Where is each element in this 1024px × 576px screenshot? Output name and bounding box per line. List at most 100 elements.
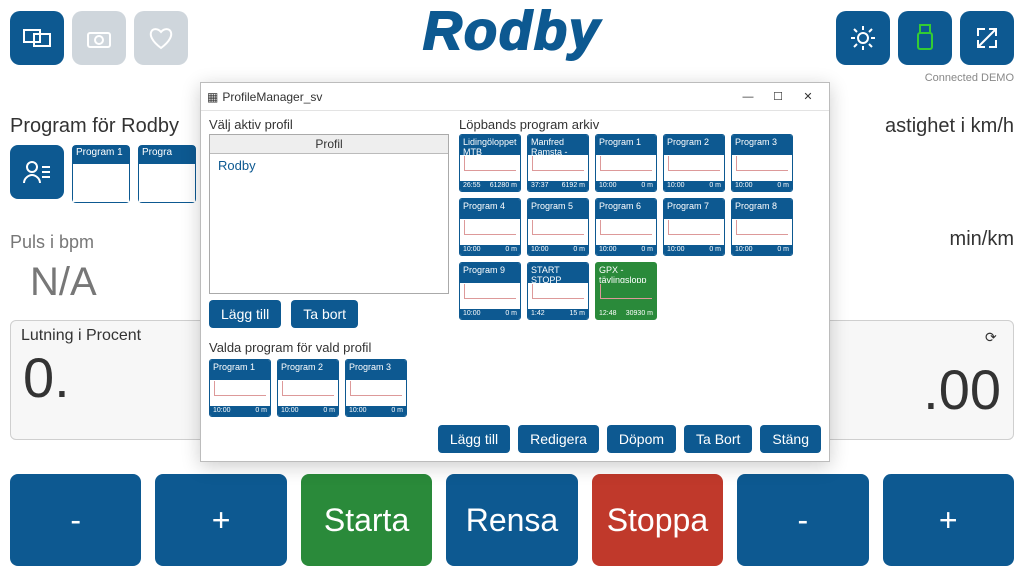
remove-profile-button[interactable]: Ta bort [291, 300, 358, 328]
pulse-value: N/A [30, 260, 97, 305]
program-tile-footer: 1:4215 m [528, 309, 588, 319]
speed-label: astighet i km/h [885, 115, 1014, 138]
speed-plus-button[interactable]: + [883, 474, 1014, 566]
heart-icon[interactable] [134, 11, 188, 65]
program-tile-title: START STOPP START [528, 263, 588, 283]
program-tile-graph [278, 380, 338, 406]
program-archive: Lidingöloppet MTB26:5561280 mManfred Ram… [459, 134, 821, 320]
dialog-titlebar[interactable]: ▦ ProfileManager_sv — ☐ ✕ [201, 83, 829, 111]
program-tile-footer: 10:000 m [732, 181, 792, 191]
program-tile-footer: 10:000 m [596, 181, 656, 191]
profile-column-header: Profil [210, 135, 448, 154]
camera-icon[interactable] [72, 11, 126, 65]
program-tile[interactable]: Manfred Ramsta - Hagby 6km 37:376192 m [527, 134, 589, 192]
minimize-button[interactable]: — [733, 86, 763, 108]
bg-program-tile[interactable]: Progra [138, 145, 196, 203]
archive-add-button[interactable]: Lägg till [438, 425, 510, 453]
program-tile-title: Program 2 [664, 135, 724, 155]
profile-list[interactable]: Profil Rodby [209, 134, 449, 294]
archive-delete-button[interactable]: Ta Bort [684, 425, 752, 453]
program-tile-graph [596, 219, 656, 245]
user-profile-button[interactable] [10, 145, 64, 199]
program-tile[interactable]: Program 6 10:000 m [595, 198, 657, 256]
program-tile-title: Program 7 [664, 199, 724, 219]
program-tile[interactable]: Program 3 10:000 m [731, 134, 793, 192]
refresh-icon[interactable]: ⟳ [985, 329, 1005, 349]
program-tile-title: Program 5 [528, 199, 588, 219]
monitors-icon[interactable] [10, 11, 64, 65]
incline-minus-button[interactable]: - [10, 474, 141, 566]
program-tile-title: Program 1 [210, 360, 270, 380]
program-tile[interactable]: Program 3 10:000 m [345, 359, 407, 417]
close-button[interactable]: ✕ [793, 86, 823, 108]
dialog-title: ProfileManager_sv [222, 90, 322, 104]
program-tile-title: Program 1 [596, 135, 656, 155]
fullscreen-icon[interactable] [960, 11, 1014, 65]
program-tile-title: Program 8 [732, 199, 792, 219]
maximize-button[interactable]: ☐ [763, 86, 793, 108]
program-tile-graph [664, 155, 724, 181]
connected-label: Connected DEMO [925, 72, 1014, 84]
program-tile[interactable]: Program 8 10:000 m [731, 198, 793, 256]
program-tile[interactable]: Lidingöloppet MTB26:5561280 m [459, 134, 521, 192]
stop-button[interactable]: Stoppa [592, 474, 723, 566]
program-tile[interactable]: Program 4 10:000 m [459, 198, 521, 256]
program-tile-footer: 10:000 m [460, 245, 520, 255]
tempo-label: min/km [950, 228, 1014, 251]
program-tile-footer: 37:376192 m [528, 181, 588, 191]
program-tile[interactable]: Program 5 10:000 m [527, 198, 589, 256]
brand-logo: Rodby [423, 0, 601, 62]
program-tile-footer: 10:000 m [528, 245, 588, 255]
program-tile-footer: 10:000 m [210, 406, 270, 416]
program-row: Program 1 Progra [10, 145, 196, 203]
usb-icon[interactable] [898, 11, 952, 65]
program-tile-title: Program 3 [346, 360, 406, 380]
program-tile-graph [528, 283, 588, 309]
program-tile[interactable]: START STOPP START 1:4215 m [527, 262, 589, 320]
program-tile-title: Manfred Ramsta - Hagby 6km [528, 135, 588, 155]
speed-minus-button[interactable]: - [737, 474, 868, 566]
add-profile-button[interactable]: Lägg till [209, 300, 281, 328]
program-tile-title: Program 2 [278, 360, 338, 380]
program-tile-footer: 10:000 m [460, 309, 520, 319]
start-button[interactable]: Starta [301, 474, 432, 566]
program-tile-title: GPX - tävlingslopp [596, 263, 656, 283]
bottom-bar: - + Starta Rensa Stoppa - + [10, 474, 1014, 566]
clear-button[interactable]: Rensa [446, 474, 577, 566]
program-tile-graph [460, 219, 520, 245]
program-tile-footer: 10:000 m [596, 245, 656, 255]
program-tile-title: Program 4 [460, 199, 520, 219]
topbar-left [10, 11, 188, 65]
program-tile[interactable]: Program 910:000 m [459, 262, 521, 320]
incline-plus-button[interactable]: + [155, 474, 286, 566]
program-tile[interactable]: Program 1 10:000 m [209, 359, 271, 417]
bg-program-tile[interactable]: Program 1 [72, 145, 130, 203]
program-tile-title: Program 3 [732, 135, 792, 155]
gear-icon[interactable] [836, 11, 890, 65]
program-tile-footer: 26:5561280 m [460, 181, 520, 191]
program-tile-title: Program 6 [596, 199, 656, 219]
select-profile-label: Välj aktiv profil [209, 117, 449, 132]
archive-close-button[interactable]: Stäng [760, 425, 821, 453]
program-tile-footer: 10:000 m [664, 245, 724, 255]
program-tile[interactable]: Program 2 10:000 m [277, 359, 339, 417]
program-tile-footer: 10:000 m [732, 245, 792, 255]
archive-rename-button[interactable]: Döpom [607, 425, 676, 453]
program-tile-graph [528, 155, 588, 181]
program-tile[interactable]: GPX - tävlingslopp 12:4830930 m [595, 262, 657, 320]
profile-row[interactable]: Rodby [210, 154, 448, 177]
program-tile-graph [210, 380, 270, 406]
program-tile-footer: 10:000 m [346, 406, 406, 416]
program-tile-graph [732, 219, 792, 245]
program-tile-footer: 12:4830930 m [596, 309, 656, 319]
program-tile[interactable]: Program 7 10:000 m [663, 198, 725, 256]
program-tile-graph [664, 219, 724, 245]
dialog-footer: Lägg till Redigera Döpom Ta Bort Stäng [201, 417, 829, 461]
topbar-right [836, 11, 1014, 65]
program-tile-footer: 10:000 m [278, 406, 338, 416]
selected-programs: Program 110:000 mProgram 210:000 mProgra… [209, 359, 449, 417]
program-tile-graph [346, 380, 406, 406]
archive-edit-button[interactable]: Redigera [518, 425, 599, 453]
program-tile[interactable]: Program 1 10:000 m [595, 134, 657, 192]
program-tile[interactable]: Program 210:000 m [663, 134, 725, 192]
